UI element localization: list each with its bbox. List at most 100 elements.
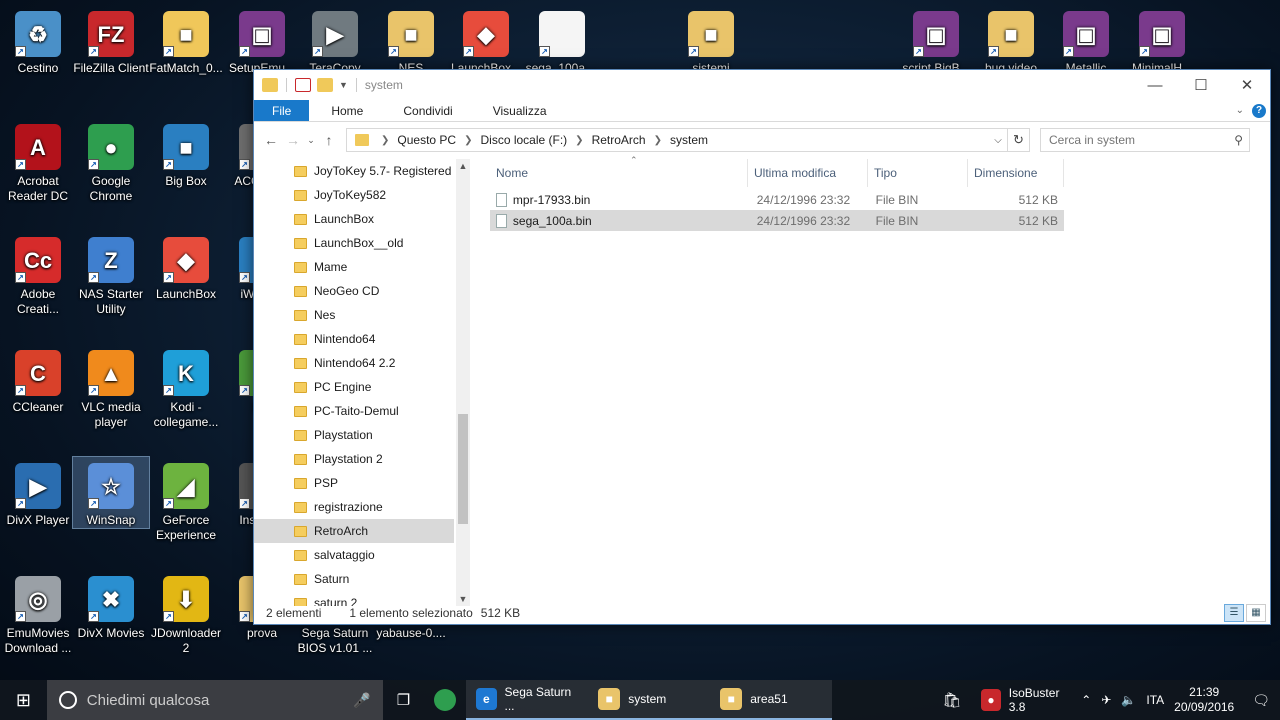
action-center-icon[interactable]: 🗨 [1252, 692, 1270, 709]
details-view-icon[interactable]: ☰ [1224, 604, 1244, 622]
desktop-icon[interactable]: ▶ ↗ DivX Player [0, 457, 76, 528]
expand-ribbon-icon[interactable]: ⌄ [1236, 105, 1244, 116]
tab-home[interactable]: Home [317, 100, 377, 121]
desktop-icon[interactable]: ● ↗ Google Chrome [73, 118, 149, 204]
tree-item[interactable]: PC Engine [254, 375, 454, 399]
search-box[interactable]: ⚲ [1040, 128, 1250, 152]
desktop-icon[interactable]: Z ↗ NAS Starter Utility [73, 231, 149, 317]
desktop-icon[interactable]: ▶ ↗ TeraCopy [297, 5, 373, 76]
desktop-icon[interactable]: ▣ ↗ Metallic [1048, 5, 1124, 76]
tree-item[interactable]: RetroArch [254, 519, 454, 543]
file-row[interactable]: mpr-17933.bin 24/12/1996 23:32 File BIN 512… [490, 189, 1064, 210]
desktop-icon[interactable]: ■ ↗ Big Box [148, 118, 224, 189]
file-row[interactable]: sega_100a.bin 24/12/1996 23:32 File BIN 512… [490, 210, 1064, 231]
tree-item[interactable]: JoyToKey 5.7- Registered (C [254, 159, 454, 183]
up-arrow-icon[interactable]: ↑ [318, 132, 340, 148]
tree-item[interactable]: Mame [254, 255, 454, 279]
desktop-icon[interactable]: A ↗ Acrobat Reader DC [0, 118, 76, 204]
customize-quick-access-icon[interactable]: ▼ [339, 80, 348, 90]
search-icon[interactable]: ⚲ [1234, 133, 1243, 147]
microphone-icon[interactable]: 🎤 [353, 692, 370, 709]
desktop-icon[interactable]: ☆ ↗ WinSnap [72, 456, 150, 529]
desktop-icon[interactable]: ⬇ ↗ JDownloader 2 [148, 570, 224, 656]
chrome-taskbar-icon[interactable] [424, 680, 466, 720]
close-button[interactable]: ✕ [1224, 70, 1270, 100]
forward-arrow-icon[interactable]: → [282, 132, 304, 148]
desktop-icon[interactable]: ■ ↗ bug video [973, 5, 1049, 76]
desktop-icon[interactable]: ▣ ↗ SetupEmu... [224, 5, 300, 76]
tree-item[interactable]: Nes [254, 303, 454, 327]
breadcrumb-retroarch[interactable]: RetroArch [588, 133, 650, 147]
language-indicator[interactable]: ITA [1146, 693, 1164, 707]
chevron-right-icon[interactable]: ❯ [377, 135, 393, 146]
windows-start-icon[interactable]: ⊞ [0, 680, 47, 720]
tree-item[interactable]: Playstation [254, 423, 454, 447]
tree-item[interactable]: LaunchBox__old [254, 231, 454, 255]
volume-icon[interactable]: 🔈 [1121, 693, 1136, 707]
minimize-button[interactable]: — [1132, 70, 1178, 100]
column-name[interactable]: Nome [490, 159, 748, 187]
desktop-icon[interactable]: ▣ ↗ script BigB... [898, 5, 974, 76]
desktop-icon[interactable]: FZ ↗ FileZilla Client [73, 5, 149, 76]
airplane-mode-icon[interactable]: ✈ [1101, 693, 1111, 707]
tab-file[interactable]: File [254, 100, 310, 121]
large-icons-view-icon[interactable]: ▦ [1246, 604, 1266, 622]
scrollbar-thumb[interactable] [458, 414, 468, 524]
tree-item[interactable]: Saturn [254, 567, 454, 591]
desktop-icon[interactable]: ■ ↗ NES [373, 5, 449, 76]
recent-locations-chevron-icon[interactable]: ⌄ [304, 135, 318, 146]
chevron-right-icon[interactable]: ❯ [650, 135, 666, 146]
tree-item[interactable]: salvataggio [254, 543, 454, 567]
tree-item[interactable]: Playstation 2 [254, 447, 454, 471]
column-type[interactable]: Tipo [868, 159, 968, 187]
desktop-icon[interactable]: ♻ ↗ Cestino [0, 5, 76, 76]
breadcrumb-this-pc[interactable]: Questo PC [393, 133, 460, 147]
help-icon[interactable]: ? [1252, 103, 1266, 118]
store-taskbar-icon[interactable]: 🛍 [932, 680, 971, 720]
taskbar-item[interactable]: ● IsoBuster 3.8 [971, 680, 1081, 720]
clock[interactable]: 21:39 20/09/2016 [1174, 685, 1234, 715]
desktop-icon[interactable]: ◆ ↗ LaunchBox... [448, 5, 524, 76]
tree-item[interactable]: registrazione [254, 495, 454, 519]
back-arrow-icon[interactable]: ← [260, 132, 282, 148]
desktop-icon[interactable]: Cc ↗ Adobe Creati... [0, 231, 76, 317]
taskbar-item[interactable]: e Sega Saturn ... [466, 680, 589, 720]
desktop-icon[interactable]: ↗ sega_100a.... [524, 5, 600, 76]
column-size[interactable]: Dimensione [968, 159, 1064, 187]
show-hidden-icons-icon[interactable]: ⌃ [1081, 693, 1091, 707]
search-input[interactable] [1049, 133, 1235, 147]
cortana-search-box[interactable]: Chiedimi qualcosa 🎤 [46, 680, 383, 720]
tree-item[interactable]: JoyToKey582 [254, 183, 454, 207]
address-bar[interactable]: ❯ Questo PC ❯ Disco locale (F:) ❯ RetroA… [346, 128, 1030, 152]
desktop-icon[interactable]: ■ ↗ FatMatch_0... [148, 5, 224, 76]
properties-icon[interactable] [295, 78, 311, 92]
tree-item[interactable]: LaunchBox [254, 207, 454, 231]
desktop-icon[interactable]: ■ ↗ sistemi [673, 5, 749, 76]
taskbar-item[interactable]: ■ system [588, 680, 711, 720]
tree-scrollbar[interactable]: ▲ ▼ [456, 159, 470, 606]
desktop-icon[interactable]: ◢ ↗ GeForce Experience [148, 457, 224, 543]
tree-item[interactable]: NeoGeo CD [254, 279, 454, 303]
new-folder-icon[interactable] [317, 78, 333, 92]
desktop-icon[interactable]: ▣ ↗ MinimalH... [1124, 5, 1200, 76]
desktop-icon[interactable]: K ↗ Kodi - collegame... [148, 344, 224, 430]
desktop-icon[interactable]: ✖ ↗ DivX Movies [73, 570, 149, 641]
tree-item[interactable]: PC-Taito-Demul [254, 399, 454, 423]
tab-share[interactable]: Condividi [389, 100, 466, 121]
tree-item[interactable]: Nintendo64 [254, 327, 454, 351]
scroll-up-icon[interactable]: ▲ [456, 159, 470, 173]
tab-view[interactable]: Visualizza [479, 100, 561, 121]
refresh-icon[interactable]: ↻ [1007, 129, 1029, 151]
tree-item[interactable]: Nintendo64 2.2 [254, 351, 454, 375]
breadcrumb-system[interactable]: system [666, 133, 712, 147]
desktop-icon[interactable]: ◎ ↗ EmuMovies Download ... [0, 570, 76, 656]
breadcrumb-local-disk[interactable]: Disco locale (F:) [476, 133, 571, 147]
chevron-right-icon[interactable]: ❯ [571, 135, 587, 146]
maximize-button[interactable]: ☐ [1178, 70, 1224, 100]
desktop-icon[interactable]: ◆ ↗ LaunchBox [148, 231, 224, 302]
desktop-icon[interactable]: C ↗ CCleaner [0, 344, 76, 415]
column-modified[interactable]: Ultima modifica [748, 159, 868, 187]
desktop-icon[interactable]: ▲ ↗ VLC media player [73, 344, 149, 430]
taskbar-item[interactable]: ■ area51 [710, 680, 833, 720]
tree-item[interactable]: PSP [254, 471, 454, 495]
